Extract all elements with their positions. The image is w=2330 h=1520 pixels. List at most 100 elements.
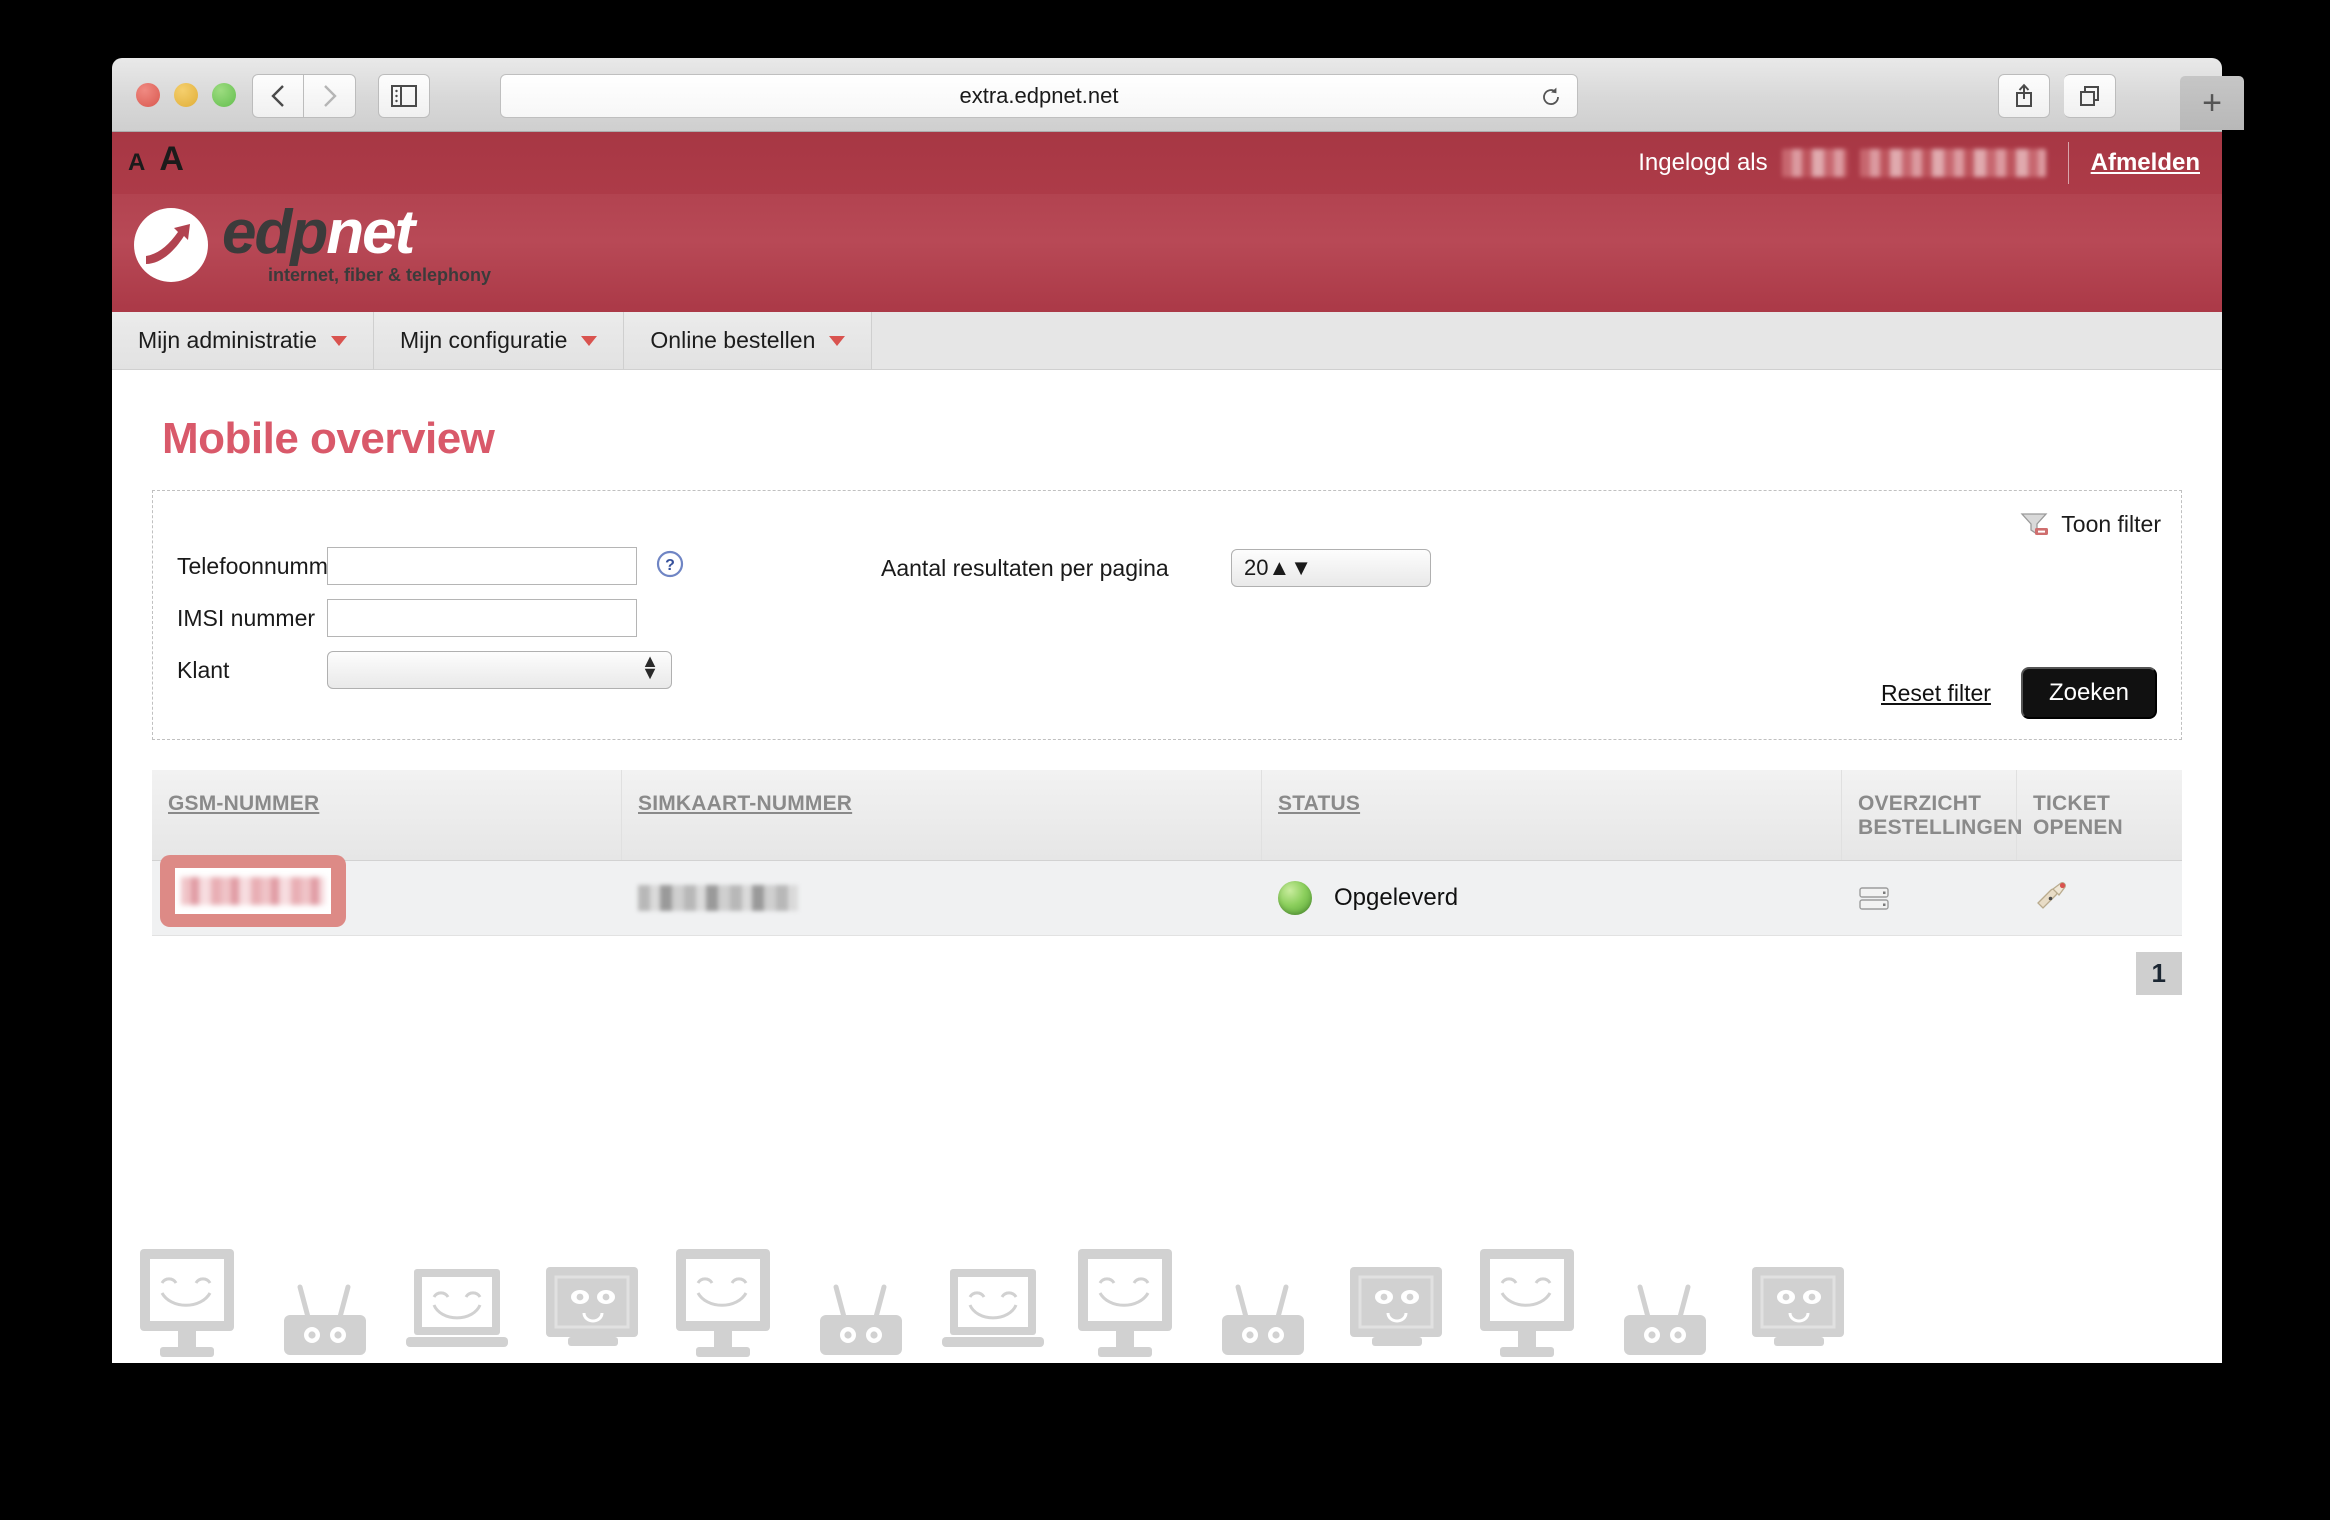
filter-row-telefoonnummer: Telefoonnummer ? <box>177 547 797 585</box>
show-all-tabs-button[interactable] <box>2064 74 2116 118</box>
filter-panel: Toon filter Telefoonnummer ? IMSI nummer… <box>152 490 2182 740</box>
nav-item-mijn-configuratie[interactable]: Mijn configuratie <box>373 312 625 369</box>
sidebar-toggle-icon <box>391 85 417 107</box>
orders-header-line2: BESTELLINGEN <box>1858 816 2023 839</box>
label-imsi-nummer: IMSI nummer <box>177 604 316 631</box>
column-header-status[interactable]: STATUS <box>1262 770 1842 860</box>
gsm-number-redacted <box>181 877 325 905</box>
logo-text-edp: edp <box>222 198 328 267</box>
chevron-left-icon <box>271 85 284 107</box>
logout-link[interactable]: Afmelden <box>2091 149 2200 177</box>
filter-actions: Reset filter Zoeken <box>1881 667 2157 719</box>
nav-item-online-bestellen[interactable]: Online bestellen <box>624 312 873 369</box>
increase-text-size-button[interactable]: A <box>159 140 184 179</box>
stepper-arrows-icon: ▲▼ <box>641 651 659 683</box>
chevron-down-icon <box>330 335 347 346</box>
smiley-router-icon <box>820 1284 902 1355</box>
stepper-arrows-icon: ▲▼ <box>1268 555 1313 580</box>
search-button[interactable]: Zoeken <box>2020 667 2157 719</box>
results-per-page-value: 20 <box>1244 555 1269 580</box>
status-label: Opgeleverd <box>1334 884 1459 911</box>
pagination-page-1[interactable]: 1 <box>2135 952 2182 995</box>
chevron-down-icon <box>829 335 846 346</box>
imsi-nummer-input[interactable] <box>327 599 637 637</box>
share-button[interactable] <box>1998 74 2050 118</box>
ticket-header-line1: TICKET <box>2033 792 2111 815</box>
chevron-right-icon <box>323 85 337 107</box>
main-navigation: Mijn administratie Mijn configuratie Onl… <box>112 312 2222 370</box>
column-header-simkaart-nummer[interactable]: SIMKAART-NUMMER <box>622 770 1262 860</box>
show-all-tabs-icon <box>2079 86 2099 106</box>
page-content: A A Ingelogd als Afmelden edpnet interne… <box>112 132 2222 1363</box>
sidebar-toggle-button[interactable] <box>378 74 430 118</box>
filter-fields: Telefoonnummer ? IMSI nummer Klant ▲ ▼ <box>177 547 797 703</box>
browser-window: extra.edpnet.net + A A Ingelogd als Afme… <box>112 58 2244 1363</box>
footer-illustration <box>112 1243 2222 1363</box>
logo-arrow-icon <box>134 208 208 282</box>
logo-text-net: net <box>326 198 415 267</box>
svg-text:?: ? <box>665 557 675 574</box>
site-brandbar: edpnet internet, fiber & telephony <box>112 194 2222 312</box>
smiley-router-icon <box>1624 1284 1706 1355</box>
question-mark-icon: ? <box>656 550 684 577</box>
browser-titlebar: extra.edpnet.net + <box>112 58 2244 132</box>
username-redacted-part2 <box>1859 149 2046 177</box>
label-klant: Klant <box>177 656 230 683</box>
new-tab-button[interactable]: + <box>2180 76 2244 130</box>
reload-button[interactable] <box>1539 85 1563 114</box>
logged-in-label: Ingelogd als <box>1638 149 1768 176</box>
minimize-window-button[interactable] <box>174 83 198 107</box>
login-status: Ingelogd als Afmelden <box>1638 132 2200 194</box>
funnel-minus-icon <box>2020 513 2049 536</box>
forward-button[interactable] <box>304 74 356 118</box>
smiley-router-icon <box>284 1284 366 1355</box>
toggle-filter-label: Toon filter <box>2061 510 2161 537</box>
page-title: Mobile overview <box>162 414 495 463</box>
cell-overzicht-bestellingen[interactable] <box>1842 861 2017 935</box>
ticket-pencil-icon <box>2037 882 2066 909</box>
cell-simkaart-nummer <box>622 861 1262 935</box>
filter-row-imsi-nummer: IMSI nummer <box>177 599 797 637</box>
decrease-text-size-button[interactable]: A <box>128 149 145 177</box>
label-telefoonnummer: Telefoonnummer <box>177 552 349 579</box>
results-per-page-row: Aantal resultaten per pagina 20 ▲▼ <box>881 549 1431 587</box>
telefoonnummer-help-button[interactable]: ? <box>655 549 685 584</box>
results-table: GSM-NUMMER SIMKAART-NUMMER STATUS OVERZI… <box>152 770 2182 936</box>
edpnet-logo[interactable]: edpnet internet, fiber & telephony <box>134 202 492 286</box>
smiley-monitor-icon <box>1078 1249 1172 1357</box>
klant-select[interactable]: ▲ ▼ <box>327 651 672 689</box>
toggle-filter-button[interactable]: Toon filter <box>2019 509 2161 539</box>
site-topbar: A A Ingelogd als Afmelden <box>112 132 2222 194</box>
username-redacted-part1 <box>1781 149 1848 177</box>
smiley-tv-icon <box>546 1267 638 1346</box>
new-tab-label: + <box>2202 84 2222 122</box>
gsm-number-highlight[interactable] <box>160 855 346 927</box>
cell-ticket-openen[interactable] <box>2017 861 2152 935</box>
table-header-row: GSM-NUMMER SIMKAART-NUMMER STATUS OVERZI… <box>152 770 2182 861</box>
telefoonnummer-input[interactable] <box>327 547 637 585</box>
smiley-monitor-icon <box>140 1249 234 1357</box>
results-per-page-select[interactable]: 20 ▲▼ <box>1231 549 1431 587</box>
logo-tagline: internet, fiber & telephony <box>268 264 492 285</box>
table-row[interactable]: Opgeleverd <box>152 855 2182 936</box>
nav-item-mijn-administratie[interactable]: Mijn administratie <box>112 312 374 369</box>
column-header-gsm-nummer[interactable]: GSM-NUMMER <box>152 770 622 860</box>
ticket-header-line2: OPENEN <box>2033 816 2123 839</box>
close-window-button[interactable] <box>136 83 160 107</box>
smiley-monitor-icon <box>676 1249 770 1357</box>
order-overview-icon <box>1859 887 1889 910</box>
smiley-monitor-icon <box>1480 1249 1574 1357</box>
smiley-tv-icon <box>1752 1267 1844 1346</box>
browser-actions <box>1998 74 2116 118</box>
label-results-per-page: Aantal resultaten per pagina <box>881 554 1169 581</box>
reset-filter-link[interactable]: Reset filter <box>1881 680 1991 707</box>
back-button[interactable] <box>252 74 304 118</box>
cell-gsm-nummer[interactable] <box>152 855 622 935</box>
maximize-window-button[interactable] <box>212 83 236 107</box>
window-controls <box>136 83 236 107</box>
filter-row-klant: Klant ▲ ▼ <box>177 651 797 689</box>
nav-label: Online bestellen <box>650 327 816 353</box>
address-bar[interactable]: extra.edpnet.net <box>500 74 1578 118</box>
smiley-tv-icon <box>1350 1267 1442 1346</box>
text-size-controls: A A <box>128 140 184 179</box>
